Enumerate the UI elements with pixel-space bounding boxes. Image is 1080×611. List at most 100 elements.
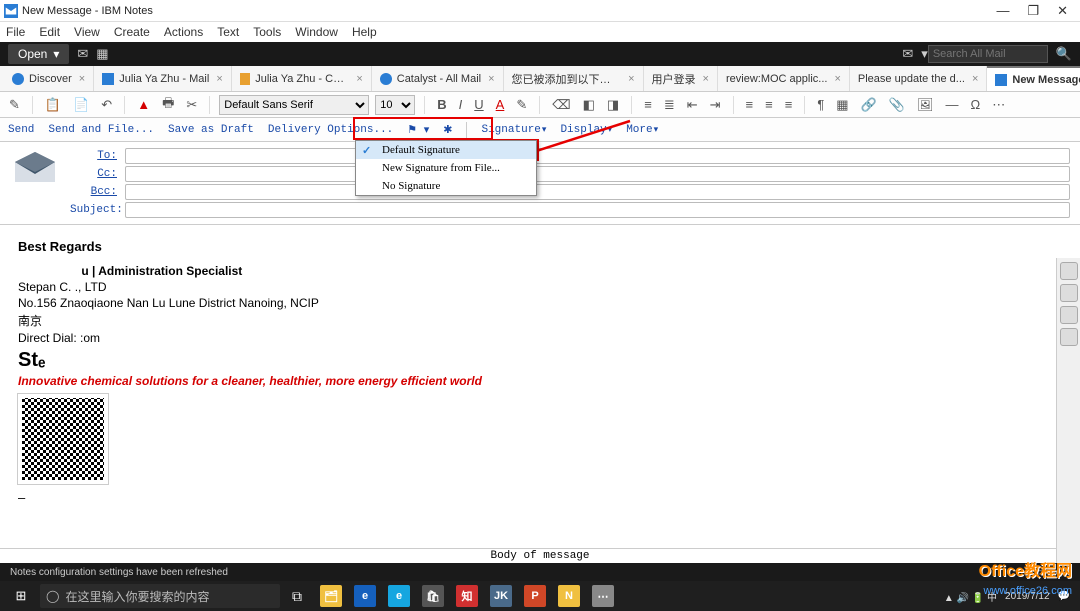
sidebar-feed-icon[interactable] <box>1060 306 1078 324</box>
explorer-icon[interactable]: 🗂 <box>314 583 348 609</box>
menu-edit[interactable]: Edit <box>39 25 60 39</box>
menu-tools[interactable]: Tools <box>253 25 281 39</box>
menu-file[interactable]: File <box>6 25 25 39</box>
powerpoint-icon[interactable]: P <box>518 583 552 609</box>
compose-icon[interactable]: ✎ <box>6 95 23 115</box>
hr-icon[interactable]: — <box>942 95 961 114</box>
tab-discover[interactable]: Discover× <box>4 66 94 91</box>
image-icon[interactable]: 🖼 <box>914 95 937 115</box>
style2-icon[interactable]: ◨ <box>604 95 622 115</box>
align-right-icon[interactable]: ≡ <box>782 95 796 114</box>
start-button[interactable]: ⊞ <box>4 583 38 609</box>
app2-icon[interactable]: JK <box>484 583 518 609</box>
menu-help[interactable]: Help <box>352 25 377 39</box>
close-icon[interactable]: × <box>628 73 634 85</box>
save-draft-button[interactable]: Save as Draft <box>168 124 254 136</box>
to-label[interactable]: To: <box>70 150 125 162</box>
bullet-icon[interactable]: ≡ <box>641 95 655 114</box>
menu-text[interactable]: Text <box>217 25 239 39</box>
maximize-button[interactable]: ❐ <box>1027 3 1039 19</box>
mail-icon[interactable]: ✉ <box>77 46 88 62</box>
sidebar-expand-icon[interactable] <box>1060 262 1078 280</box>
sigmenu-default[interactable]: ✓ Default Signature <box>356 141 536 159</box>
close-icon[interactable]: × <box>834 73 840 85</box>
lock-icon[interactable]: ✱ <box>443 123 452 137</box>
tab-update[interactable]: Please update the d...× <box>850 66 987 91</box>
menu-view[interactable]: View <box>74 25 100 39</box>
app3-icon[interactable]: ⋯ <box>586 583 620 609</box>
to-input[interactable] <box>125 148 1070 164</box>
envelope-icon[interactable]: ✉ <box>902 46 913 62</box>
cc-input[interactable] <box>125 166 1070 182</box>
link-icon[interactable]: 🔗 <box>858 95 880 115</box>
style1-icon[interactable]: ◧ <box>580 95 598 115</box>
tab-mail[interactable]: Julia Ya Zhu - Mail× <box>94 66 232 91</box>
menu-actions[interactable]: Actions <box>164 25 203 39</box>
numlist-icon[interactable]: ≣ <box>661 95 678 115</box>
bcc-input[interactable] <box>125 184 1070 200</box>
flag-icon[interactable]: ⚑ ▾ <box>407 123 429 137</box>
tab-catalyst[interactable]: Catalyst - All Mail× <box>372 66 504 91</box>
italic-icon[interactable]: I <box>456 95 466 114</box>
close-icon[interactable]: × <box>216 73 222 85</box>
outdent-icon[interactable]: ⇤ <box>684 95 701 115</box>
tab-calendar[interactable]: Julia Ya Zhu - Calen...× <box>232 66 372 91</box>
close-button[interactable]: ✕ <box>1057 3 1068 19</box>
cortana-search[interactable]: ◯ 在这里输入你要搜索的内容 <box>40 584 280 608</box>
notes-icon[interactable]: N <box>552 583 586 609</box>
app1-icon[interactable]: 知 <box>450 583 484 609</box>
close-icon[interactable]: × <box>703 73 709 85</box>
symbol-icon[interactable]: Ω <box>967 95 983 114</box>
bcc-label[interactable]: Bcc: <box>70 186 125 198</box>
align-center-icon[interactable]: ≡ <box>762 95 776 114</box>
indent-icon[interactable]: ⇥ <box>707 95 724 115</box>
open-button[interactable]: Open▾ <box>8 44 69 64</box>
send-and-file-button[interactable]: Send and File... <box>48 124 154 136</box>
edge-icon[interactable]: e <box>348 583 382 609</box>
send-button[interactable]: Send <box>8 124 34 136</box>
font-color-icon[interactable]: A <box>493 95 508 114</box>
underline-icon[interactable]: U <box>471 95 486 114</box>
sidebar-home-icon[interactable] <box>1060 284 1078 302</box>
calendar-icon[interactable]: ▦ <box>96 46 108 62</box>
cc-label[interactable]: Cc: <box>70 168 125 180</box>
color-icon[interactable]: ▲ <box>134 95 153 114</box>
size-select[interactable]: 10 <box>375 95 415 115</box>
search-input[interactable] <box>928 45 1048 63</box>
table-icon[interactable]: ▦ <box>833 95 851 115</box>
undo-icon[interactable]: ↶ <box>98 95 115 115</box>
sigmenu-none[interactable]: No Signature <box>356 177 536 195</box>
close-icon[interactable]: × <box>488 73 494 85</box>
copy-icon[interactable]: 📋 <box>42 95 64 115</box>
paragraph-icon[interactable]: ¶ <box>814 95 827 114</box>
close-icon[interactable]: × <box>356 73 362 85</box>
tab-cn1[interactable]: 您已被添加到以下学习...× <box>504 66 644 91</box>
sidebar-calendar-icon[interactable] <box>1060 328 1078 346</box>
taskview-icon[interactable]: ⧉ <box>280 583 314 609</box>
search-icon[interactable]: 🔍 <box>1056 46 1072 62</box>
tab-cn2[interactable]: 用户登录× <box>644 66 718 91</box>
ie-icon[interactable]: e <box>382 583 416 609</box>
attach-icon[interactable]: 📎 <box>886 95 908 115</box>
bold-icon[interactable]: B <box>434 95 449 114</box>
align-left-icon[interactable]: ≡ <box>743 95 757 114</box>
minimize-button[interactable]: — <box>996 3 1009 19</box>
close-icon[interactable]: × <box>972 73 978 85</box>
display-dropdown[interactable]: Display <box>560 124 612 136</box>
signature-dropdown[interactable]: Signature <box>481 124 546 136</box>
cut-icon[interactable]: ✂ <box>183 95 200 115</box>
store-icon[interactable]: 🛍 <box>416 583 450 609</box>
tab-review[interactable]: review:MOC applic...× <box>718 66 850 91</box>
sigmenu-newfile[interactable]: New Signature from File... <box>356 159 536 177</box>
menu-window[interactable]: Window <box>295 25 338 39</box>
message-body[interactable]: Best Regards u | Administration Speciali… <box>0 225 1080 519</box>
menu-create[interactable]: Create <box>114 25 150 39</box>
more-icon[interactable]: ⋯ <box>989 95 1008 115</box>
more-dropdown[interactable]: More <box>626 124 658 136</box>
tab-newmessage[interactable]: New Message× <box>987 66 1080 91</box>
subject-input[interactable] <box>125 202 1070 218</box>
print-icon[interactable]: 🖶 <box>159 92 177 118</box>
close-icon[interactable]: × <box>79 73 85 85</box>
clear-icon[interactable]: ⌫ <box>549 95 573 115</box>
highlight-icon[interactable]: ✎ <box>513 95 530 115</box>
